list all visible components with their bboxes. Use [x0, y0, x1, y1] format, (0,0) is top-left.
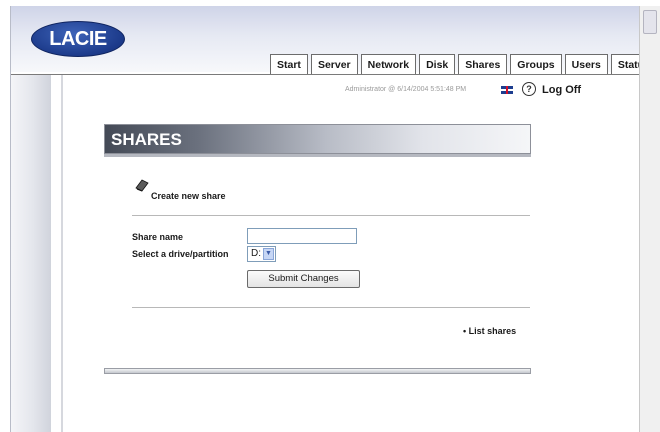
drive-select-value: D:	[251, 248, 261, 259]
section-footer-bar	[104, 368, 531, 374]
tab-disk[interactable]: Disk	[419, 54, 456, 74]
tab-baseline	[11, 74, 639, 75]
section-banner: SHARES	[104, 124, 531, 154]
submit-changes-button[interactable]: Submit Changes	[247, 270, 360, 288]
form-divider-top	[132, 215, 530, 216]
share-name-input[interactable]	[247, 228, 357, 244]
vertical-scrollbar[interactable]	[639, 6, 660, 432]
uk-flag-icon[interactable]	[501, 86, 513, 94]
scrollbar-thumb[interactable]	[643, 10, 657, 34]
logoff-link[interactable]: Log Off	[542, 84, 581, 96]
list-shares-link[interactable]: • List shares	[463, 326, 516, 336]
banner-underline	[104, 154, 531, 157]
lacie-logo[interactable]: LACIE	[31, 21, 125, 57]
drive-select[interactable]: D: ▼	[247, 246, 276, 262]
tab-groups[interactable]: Groups	[510, 54, 562, 74]
main-tabs: Start Server Network Disk Shares Groups …	[270, 54, 639, 74]
left-rail-edge	[61, 75, 63, 432]
tab-start[interactable]: Start	[270, 54, 308, 74]
browser-content: LACIE Start Server Network Disk Shares G…	[10, 6, 640, 432]
tab-users[interactable]: Users	[564, 54, 608, 74]
left-rail	[11, 75, 51, 432]
page-header: LACIE Start Server Network Disk Shares G…	[11, 6, 639, 74]
tab-status[interactable]: Status	[610, 54, 639, 74]
tab-network[interactable]: Network	[360, 54, 417, 74]
tab-server[interactable]: Server	[310, 54, 358, 74]
share-icon[interactable]	[134, 177, 150, 193]
help-icon[interactable]: ?	[522, 82, 536, 96]
drive-select-label: Select a drive/partition	[132, 249, 229, 259]
session-info: Administrator @ 6/14/2004 5:51:48 PM	[345, 86, 467, 93]
share-name-label: Share name	[132, 232, 184, 242]
tab-shares[interactable]: Shares	[458, 54, 508, 74]
form-divider-bottom	[132, 307, 530, 308]
chevron-down-icon[interactable]: ▼	[263, 248, 274, 260]
page-title: SHARES	[111, 130, 182, 149]
create-share-link[interactable]: Create new share	[151, 191, 226, 201]
